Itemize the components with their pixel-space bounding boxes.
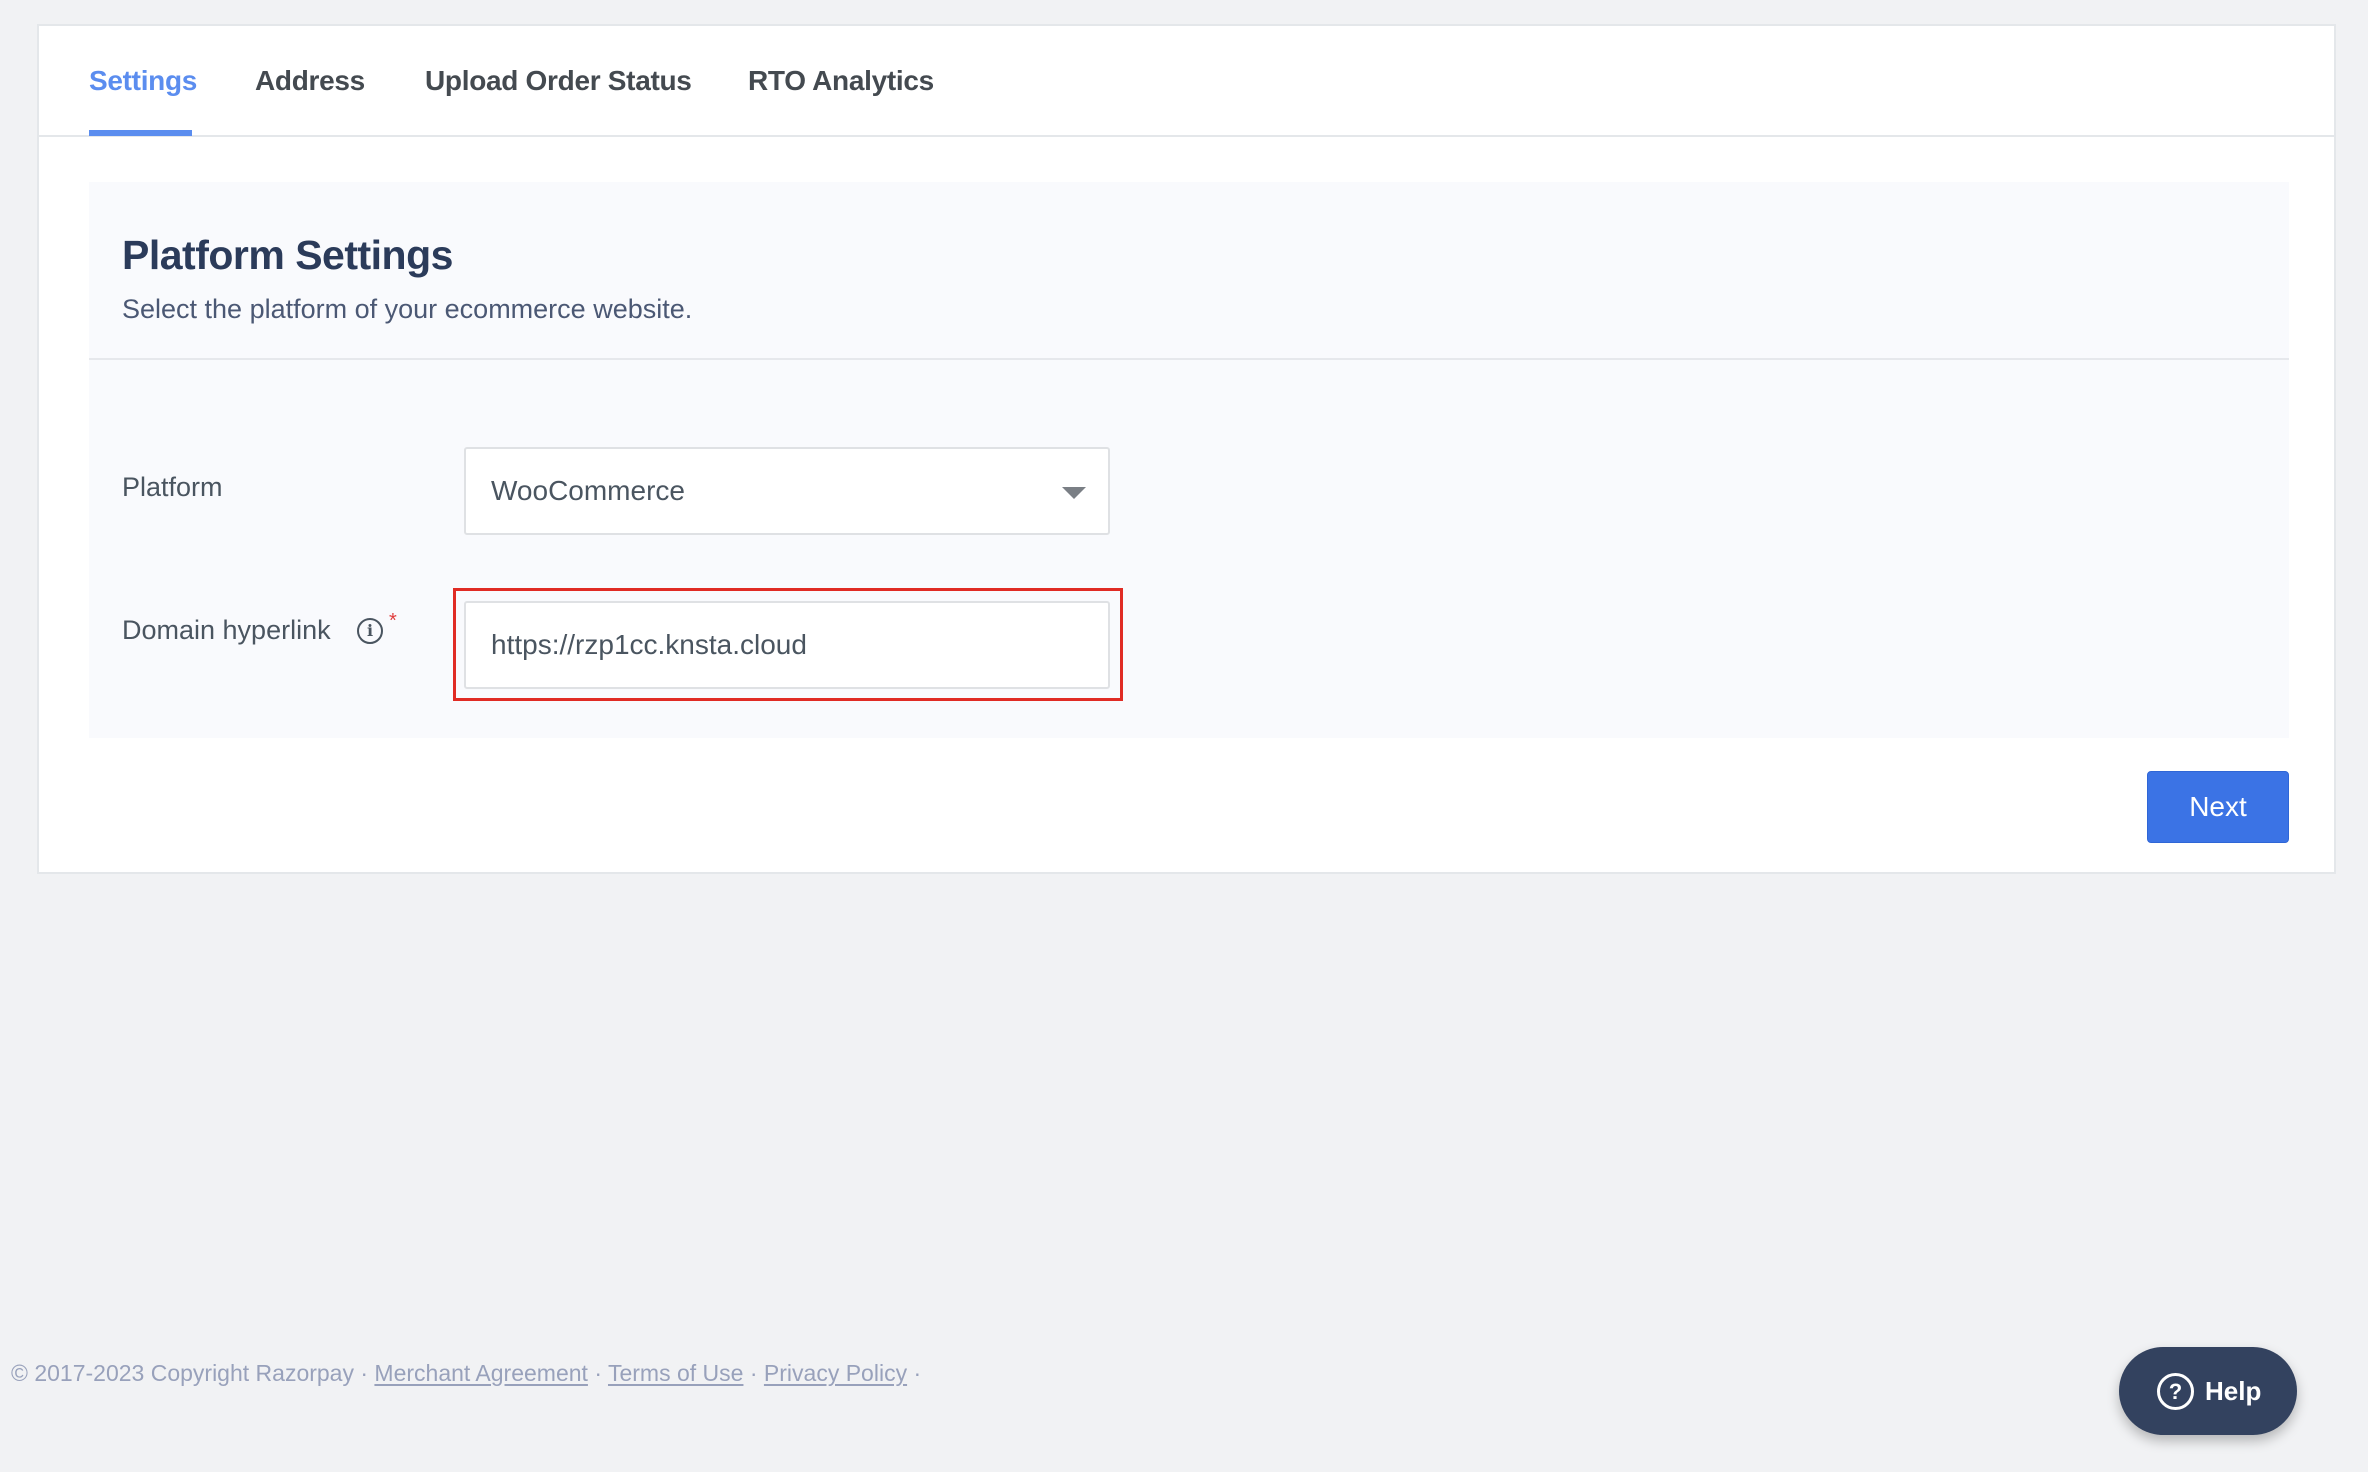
platform-select[interactable]: WooCommerce [464, 447, 1110, 535]
info-icon[interactable]: i [357, 618, 383, 644]
copyright-text: © 2017-2023 Copyright Razorpay · [11, 1360, 369, 1386]
caret-down-icon [1062, 487, 1086, 499]
page-subtitle: Select the platform of your ecommerce we… [122, 294, 693, 324]
merchant-agreement-link[interactable]: Merchant Agreement [374, 1360, 588, 1386]
tab-rto-analytics[interactable]: RTO Analytics [748, 64, 934, 98]
page-title: Platform Settings [122, 232, 453, 278]
privacy-policy-link[interactable]: Privacy Policy [764, 1360, 907, 1386]
footer: © 2017-2023 Copyright Razorpay · Merchan… [11, 1360, 921, 1387]
footer-separator: · [749, 1360, 758, 1386]
footer-separator: · [913, 1360, 922, 1386]
terms-of-use-link[interactable]: Terms of Use [608, 1360, 743, 1386]
domain-hyperlink-label: Domain hyperlink [122, 615, 331, 645]
help-button[interactable]: ? Help [2119, 1347, 2297, 1435]
tab-address[interactable]: Address [255, 64, 365, 98]
panel-header: Platform Settings Select the platform of… [89, 182, 2289, 360]
tab-upload-order-status[interactable]: Upload Order Status [425, 64, 692, 98]
required-asterisk: * [389, 610, 397, 632]
active-tab-indicator [89, 130, 192, 136]
next-button[interactable]: Next [2147, 771, 2289, 843]
tab-settings[interactable]: Settings [89, 64, 197, 98]
platform-select-value: WooCommerce [491, 475, 685, 506]
question-circle-icon: ? [2157, 1373, 2194, 1410]
platform-label: Platform [122, 472, 223, 502]
footer-separator: · [594, 1360, 602, 1386]
tab-bar: Settings Address Upload Order Status RTO… [39, 26, 2334, 137]
help-label: Help [2205, 1376, 2262, 1406]
settings-card: Settings Address Upload Order Status RTO… [37, 24, 2336, 874]
platform-settings-panel: Platform Settings Select the platform of… [89, 182, 2289, 738]
domain-hyperlink-input[interactable] [464, 601, 1110, 689]
